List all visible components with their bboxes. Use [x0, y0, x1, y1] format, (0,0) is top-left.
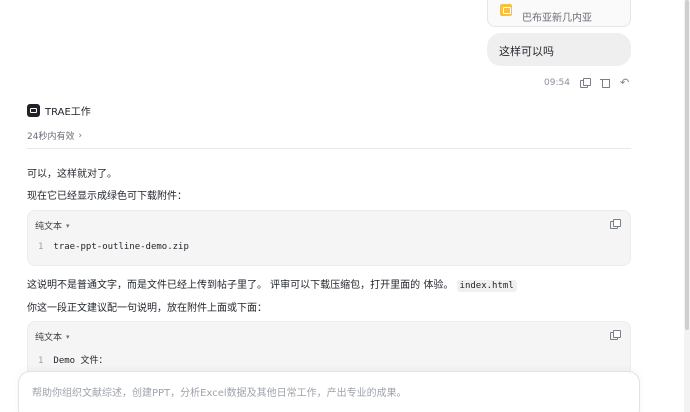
code-lang-label: 纯文本: [35, 222, 63, 232]
file-icon: [500, 4, 512, 16]
composer-placeholder: 帮助你组织文献综述，创建PPT，分析Excel数据及其他日常工作，产出专业的成果…: [32, 388, 407, 399]
agent-logo-icon: [27, 104, 40, 117]
validity-toggle[interactable]: 24秒内有效 ›: [27, 129, 83, 143]
response-line-3: 这说明不是普通文字，而是文件已经上传到帖子里了。 评审可以下载压缩包，打开里面的…: [27, 276, 517, 292]
chevron-right-icon: ›: [78, 130, 83, 141]
code-text: trae-ppt-outline-demo.zip: [53, 242, 189, 252]
validity-label: 24秒内有效: [27, 132, 75, 142]
message-meta: 09:54 ↶: [544, 76, 630, 90]
user-message-bubble: 这样可以吗: [487, 33, 631, 66]
trash-icon[interactable]: [599, 78, 610, 88]
scrollbar[interactable]: [684, 0, 690, 412]
inline-code: index.html: [456, 280, 517, 292]
message-time: 09:54: [544, 78, 570, 88]
code-lang-selector[interactable]: 纯文本 ▾: [35, 330, 70, 344]
undo-icon[interactable]: ↶: [620, 77, 630, 88]
agent-name: TRAE工作: [45, 107, 91, 118]
code-lang-label: 纯文本: [35, 333, 63, 343]
message-composer[interactable]: 帮助你组织文献综述，创建PPT，分析Excel数据及其他日常工作，产出专业的成果…: [18, 371, 640, 412]
code-text: Demo 文件：: [53, 356, 108, 366]
attachment-card[interactable]: 巴布亚新几内亚: [487, 0, 631, 27]
copy-icon[interactable]: [610, 330, 621, 340]
scrollbar-thumb[interactable]: [685, 0, 689, 330]
response-line-2: 现在它已经显示成绿色可下载附件：: [27, 191, 187, 202]
response-line-4: 你这一段正文建议配一句说明，放在附件上面或下面：: [27, 303, 267, 314]
chevron-down-icon: ▾: [66, 221, 70, 230]
code-lang-selector[interactable]: 纯文本 ▾: [35, 219, 70, 233]
copy-icon[interactable]: [579, 78, 591, 88]
attachment-name: 巴布亚新几内亚: [522, 13, 592, 24]
chevron-down-icon: ▾: [66, 332, 70, 341]
divider: [27, 148, 631, 149]
line-number: 1: [38, 356, 44, 366]
code-line: 1 trae-ppt-outline-demo.zip: [38, 242, 189, 252]
line-number: 1: [38, 242, 44, 252]
response-line-1: 可以，这样就对了。: [27, 169, 117, 180]
code-block-1: 纯文本 ▾ 1 trae-ppt-outline-demo.zip: [27, 210, 631, 266]
copy-icon[interactable]: [610, 219, 621, 229]
code-line: 1 Demo 文件：: [38, 353, 108, 366]
response-line-3-text: 这说明不是普通文字，而是文件已经上传到帖子里了。 评审可以下载压缩包，打开里面的…: [27, 280, 454, 291]
agent-header: TRAE工作: [27, 103, 91, 118]
